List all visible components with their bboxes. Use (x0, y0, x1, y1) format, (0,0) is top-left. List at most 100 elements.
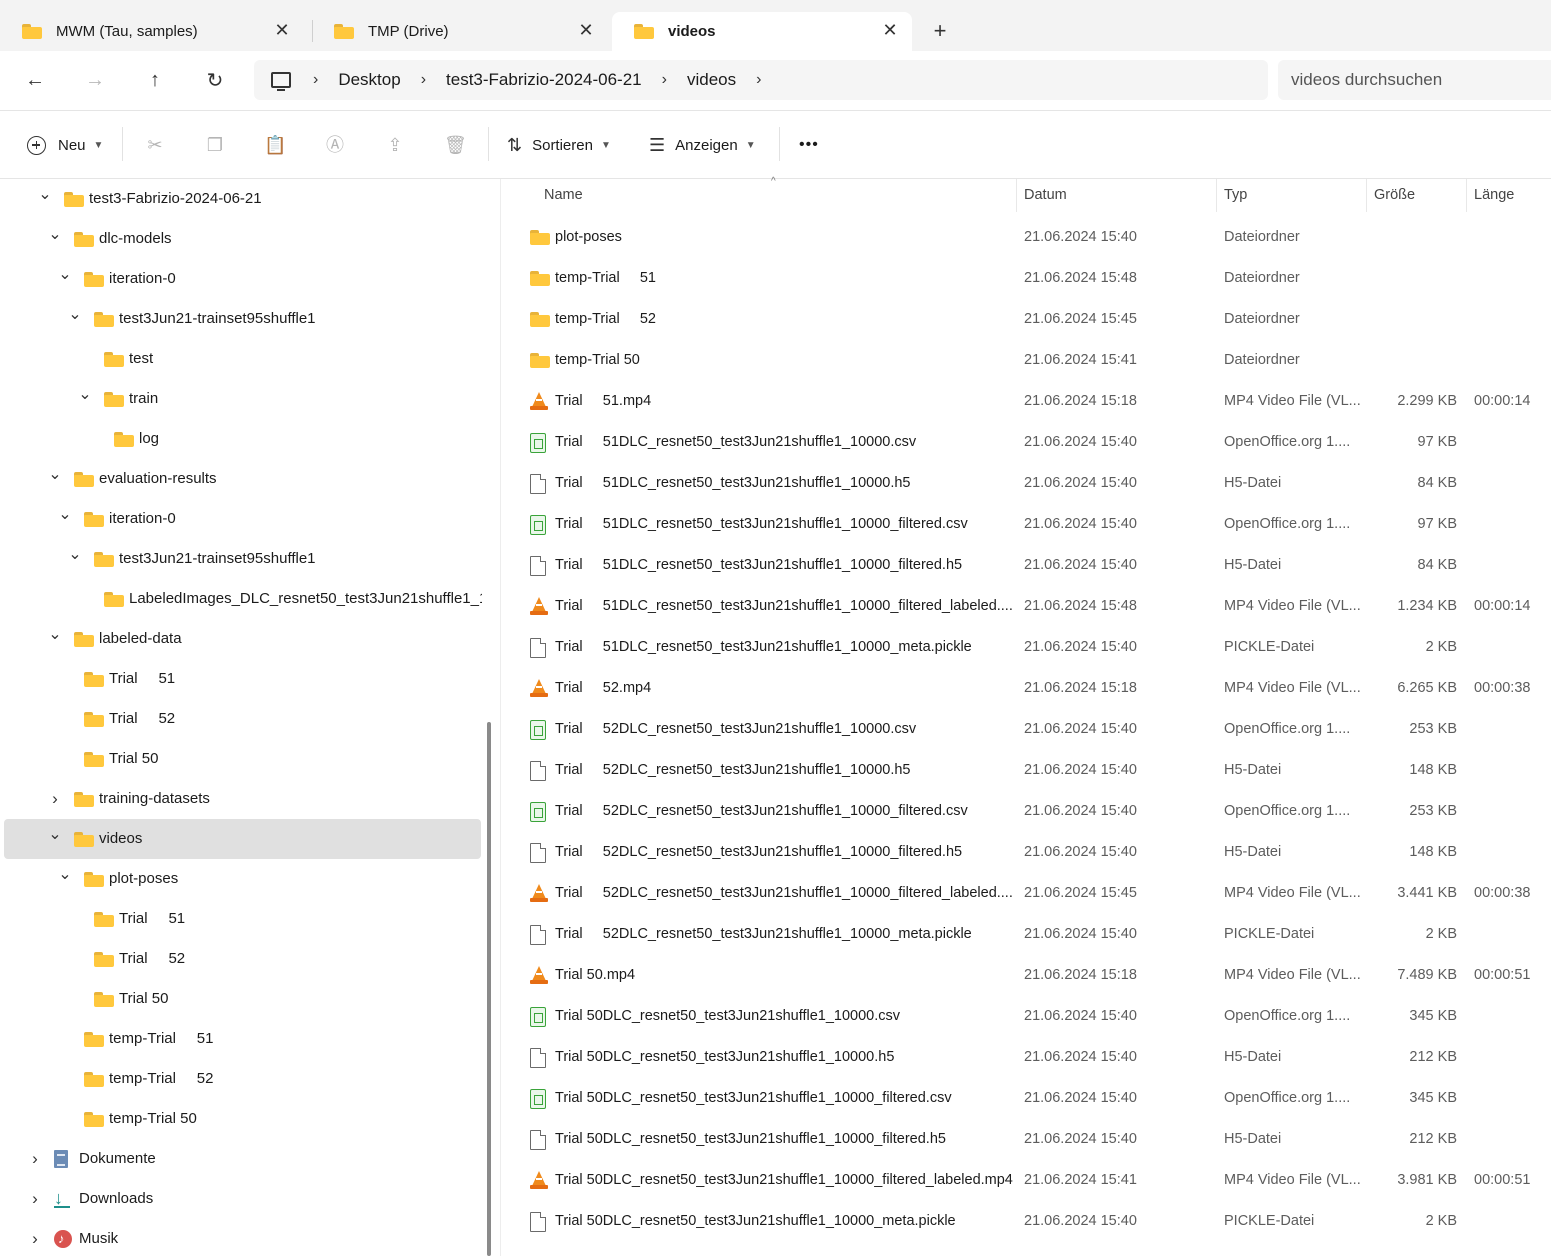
column-divider[interactable] (1466, 179, 1467, 212)
share-icon[interactable]: ⇪ (384, 134, 406, 156)
nav-tree-item[interactable]: temp-Trial 52 (4, 1059, 481, 1099)
close-icon[interactable]: ✕ (274, 21, 290, 39)
nav-tree-item[interactable]: ⌄ dlc-models (4, 219, 481, 259)
nav-tree-item[interactable]: ⌄ iteration-0 (4, 259, 481, 299)
back-button[interactable]: ← (20, 65, 50, 95)
chevron-down-icon[interactable]: ⌄ (58, 506, 72, 523)
file-row[interactable]: Trial 50.mp4 21.06.2024 15:18 MP4 Video Fi… (501, 955, 1551, 996)
file-row[interactable]: Trial 52DLC_resnet50_test3Jun21shuffle1_… (501, 791, 1551, 832)
nav-tree-item[interactable]: Trial 51 (4, 659, 481, 699)
nav-tree-item[interactable]: ⌄ plot-poses (4, 859, 481, 899)
file-row[interactable]: Trial 50DLC_resnet50_test3Jun21shuffle1_… (501, 1119, 1551, 1160)
column-divider[interactable] (1366, 179, 1367, 212)
nav-tree-item[interactable]: ⌄ evaluation-results (4, 459, 481, 499)
breadcrumb-project[interactable]: test3-Fabrizio-2024-06-21 (446, 70, 642, 90)
file-row[interactable]: Trial 52DLC_resnet50_test3Jun21shuffle1_… (501, 873, 1551, 914)
chevron-down-icon[interactable]: ⌄ (78, 386, 92, 403)
chevron-down-icon[interactable]: ⌄ (48, 226, 62, 243)
nav-tree-item[interactable]: ⌄ test3Jun21-trainset95shuffle1 (4, 539, 481, 579)
new-tab-button[interactable]: + (928, 20, 952, 44)
chevron-down-icon[interactable]: ⌄ (48, 466, 62, 483)
file-row[interactable]: temp-Trial 50 21.06.2024 15:41 Dateiordner (501, 340, 1551, 381)
column-header-type[interactable]: Typ (1224, 179, 1247, 212)
file-row[interactable]: Trial 51DLC_resnet50_test3Jun21shuffle1_… (501, 545, 1551, 586)
nav-tree-item[interactable]: LabeledImages_DLC_resnet50_test3Jun21shu… (4, 579, 482, 619)
column-divider[interactable] (1216, 179, 1217, 212)
chevron-right-icon[interactable]: › (48, 789, 62, 808)
nav-tree-item[interactable]: log (4, 419, 481, 459)
file-row[interactable]: Trial 50DLC_resnet50_test3Jun21shuffle1_… (501, 1201, 1551, 1242)
file-row[interactable]: Trial 51DLC_resnet50_test3Jun21shuffle1_… (501, 463, 1551, 504)
close-icon[interactable]: ✕ (578, 21, 594, 39)
file-row[interactable]: plot-poses 21.06.2024 15:40 Dateiordner (501, 217, 1551, 258)
column-header-length[interactable]: Länge (1474, 179, 1514, 212)
up-button[interactable]: ↑ (140, 65, 170, 95)
computer-icon[interactable] (271, 72, 291, 91)
new-button[interactable]: Neu ▼ (27, 133, 103, 157)
file-row[interactable]: Trial 51DLC_resnet50_test3Jun21shuffle1_… (501, 504, 1551, 545)
nav-tree-item[interactable]: ⌄ test3-Fabrizio-2024-06-21 (4, 179, 481, 219)
nav-tree-item[interactable]: › training-datasets (4, 779, 481, 819)
nav-tree-item[interactable]: ⌄ videos (4, 819, 481, 859)
search-input[interactable]: videos durchsuchen (1278, 60, 1551, 100)
nav-tree-item[interactable]: › ↓ Downloads (4, 1179, 481, 1219)
column-header-date[interactable]: Datum (1024, 179, 1067, 212)
nav-tree-item[interactable]: › Dokumente (4, 1139, 481, 1179)
chevron-right-icon[interactable]: › (421, 71, 426, 89)
file-row[interactable]: Trial 51DLC_resnet50_test3Jun21shuffle1_… (501, 586, 1551, 627)
file-row[interactable]: Trial 50DLC_resnet50_test3Jun21shuffle1_… (501, 1037, 1551, 1078)
chevron-right-icon[interactable]: › (28, 1229, 42, 1248)
column-header-name[interactable]: Name (544, 179, 583, 212)
tab-mwm[interactable]: MWM (Tau, samples) ✕ (0, 12, 304, 51)
file-row[interactable]: Trial 52DLC_resnet50_test3Jun21shuffle1_… (501, 914, 1551, 955)
copy-icon[interactable]: ❐ (204, 134, 226, 156)
delete-icon[interactable]: 🗑 (444, 134, 467, 156)
chevron-down-icon[interactable]: ⌄ (48, 626, 62, 643)
file-row[interactable]: Trial 52.mp4 21.06.2024 15:18 MP4 Video Fi… (501, 668, 1551, 709)
file-row[interactable]: temp-Trial 51 21.06.2024 15:48 Dateiordner (501, 258, 1551, 299)
file-row[interactable]: Trial 50DLC_resnet50_test3Jun21shuffle1_… (501, 1078, 1551, 1119)
chevron-down-icon[interactable]: ⌄ (68, 306, 82, 323)
chevron-right-icon[interactable]: › (756, 71, 761, 89)
file-row[interactable]: Trial 51DLC_resnet50_test3Jun21shuffle1_… (501, 422, 1551, 463)
chevron-right-icon[interactable]: › (28, 1149, 42, 1168)
nav-tree-item[interactable]: test (4, 339, 481, 379)
column-header-size[interactable]: Größe (1374, 179, 1415, 212)
refresh-button[interactable]: ↻ (200, 65, 230, 95)
nav-tree-item[interactable]: Trial 52 (4, 939, 481, 979)
chevron-right-icon[interactable]: › (313, 71, 318, 89)
nav-tree-item[interactable]: Trial 52 (4, 699, 481, 739)
breadcrumb[interactable]: › Desktop › test3-Fabrizio-2024-06-21 › … (254, 60, 1268, 100)
chevron-down-icon[interactable]: ⌄ (48, 826, 62, 843)
paste-icon[interactable]: 📋 (264, 134, 286, 156)
chevron-down-icon[interactable]: ⌄ (58, 866, 72, 883)
file-row[interactable]: Trial 51DLC_resnet50_test3Jun21shuffle1_… (501, 627, 1551, 668)
nav-tree-item[interactable]: temp-Trial 50 (4, 1099, 481, 1139)
nav-tree-item[interactable]: › Musik (4, 1219, 481, 1256)
view-button[interactable]: ☰ Anzeigen ▼ (649, 133, 756, 157)
file-row[interactable]: Trial 50DLC_resnet50_test3Jun21shuffle1_… (501, 996, 1551, 1037)
sort-button[interactable]: ⇅ Sortieren ▼ (507, 133, 611, 157)
nav-tree-item[interactable]: ⌄ iteration-0 (4, 499, 481, 539)
nav-tree-item[interactable]: Trial 50 (4, 739, 481, 779)
file-row[interactable]: Trial 51.mp4 21.06.2024 15:18 MP4 Video Fi… (501, 381, 1551, 422)
column-divider[interactable] (1016, 179, 1017, 212)
cut-icon[interactable]: ✂ (144, 134, 166, 156)
more-options-button[interactable]: ••• (799, 133, 819, 157)
nav-tree-item[interactable]: Trial 51 (4, 899, 481, 939)
chevron-down-icon[interactable]: ⌄ (58, 266, 72, 283)
file-row[interactable]: Trial 52DLC_resnet50_test3Jun21shuffle1_… (501, 709, 1551, 750)
nav-tree-item[interactable]: temp-Trial 51 (4, 1019, 481, 1059)
chevron-down-icon[interactable]: ⌄ (68, 546, 82, 563)
breadcrumb-desktop[interactable]: Desktop (338, 70, 400, 90)
forward-button[interactable]: → (80, 65, 110, 95)
chevron-right-icon[interactable]: › (28, 1189, 42, 1208)
tab-tmp-drive[interactable]: TMP (Drive) ✕ (312, 12, 608, 51)
file-row[interactable]: temp-Trial 52 21.06.2024 15:45 Dateiordner (501, 299, 1551, 340)
navigation-pane-scrollbar[interactable] (487, 722, 491, 1256)
chevron-down-icon[interactable]: ⌄ (38, 186, 52, 203)
nav-tree-item[interactable]: Trial 50 (4, 979, 481, 1019)
nav-tree-item[interactable]: ⌄ train (4, 379, 481, 419)
nav-tree-item[interactable]: ⌄ test3Jun21-trainset95shuffle1 (4, 299, 481, 339)
file-row[interactable]: Trial 50DLC_resnet50_test3Jun21shuffle1_… (501, 1160, 1551, 1201)
